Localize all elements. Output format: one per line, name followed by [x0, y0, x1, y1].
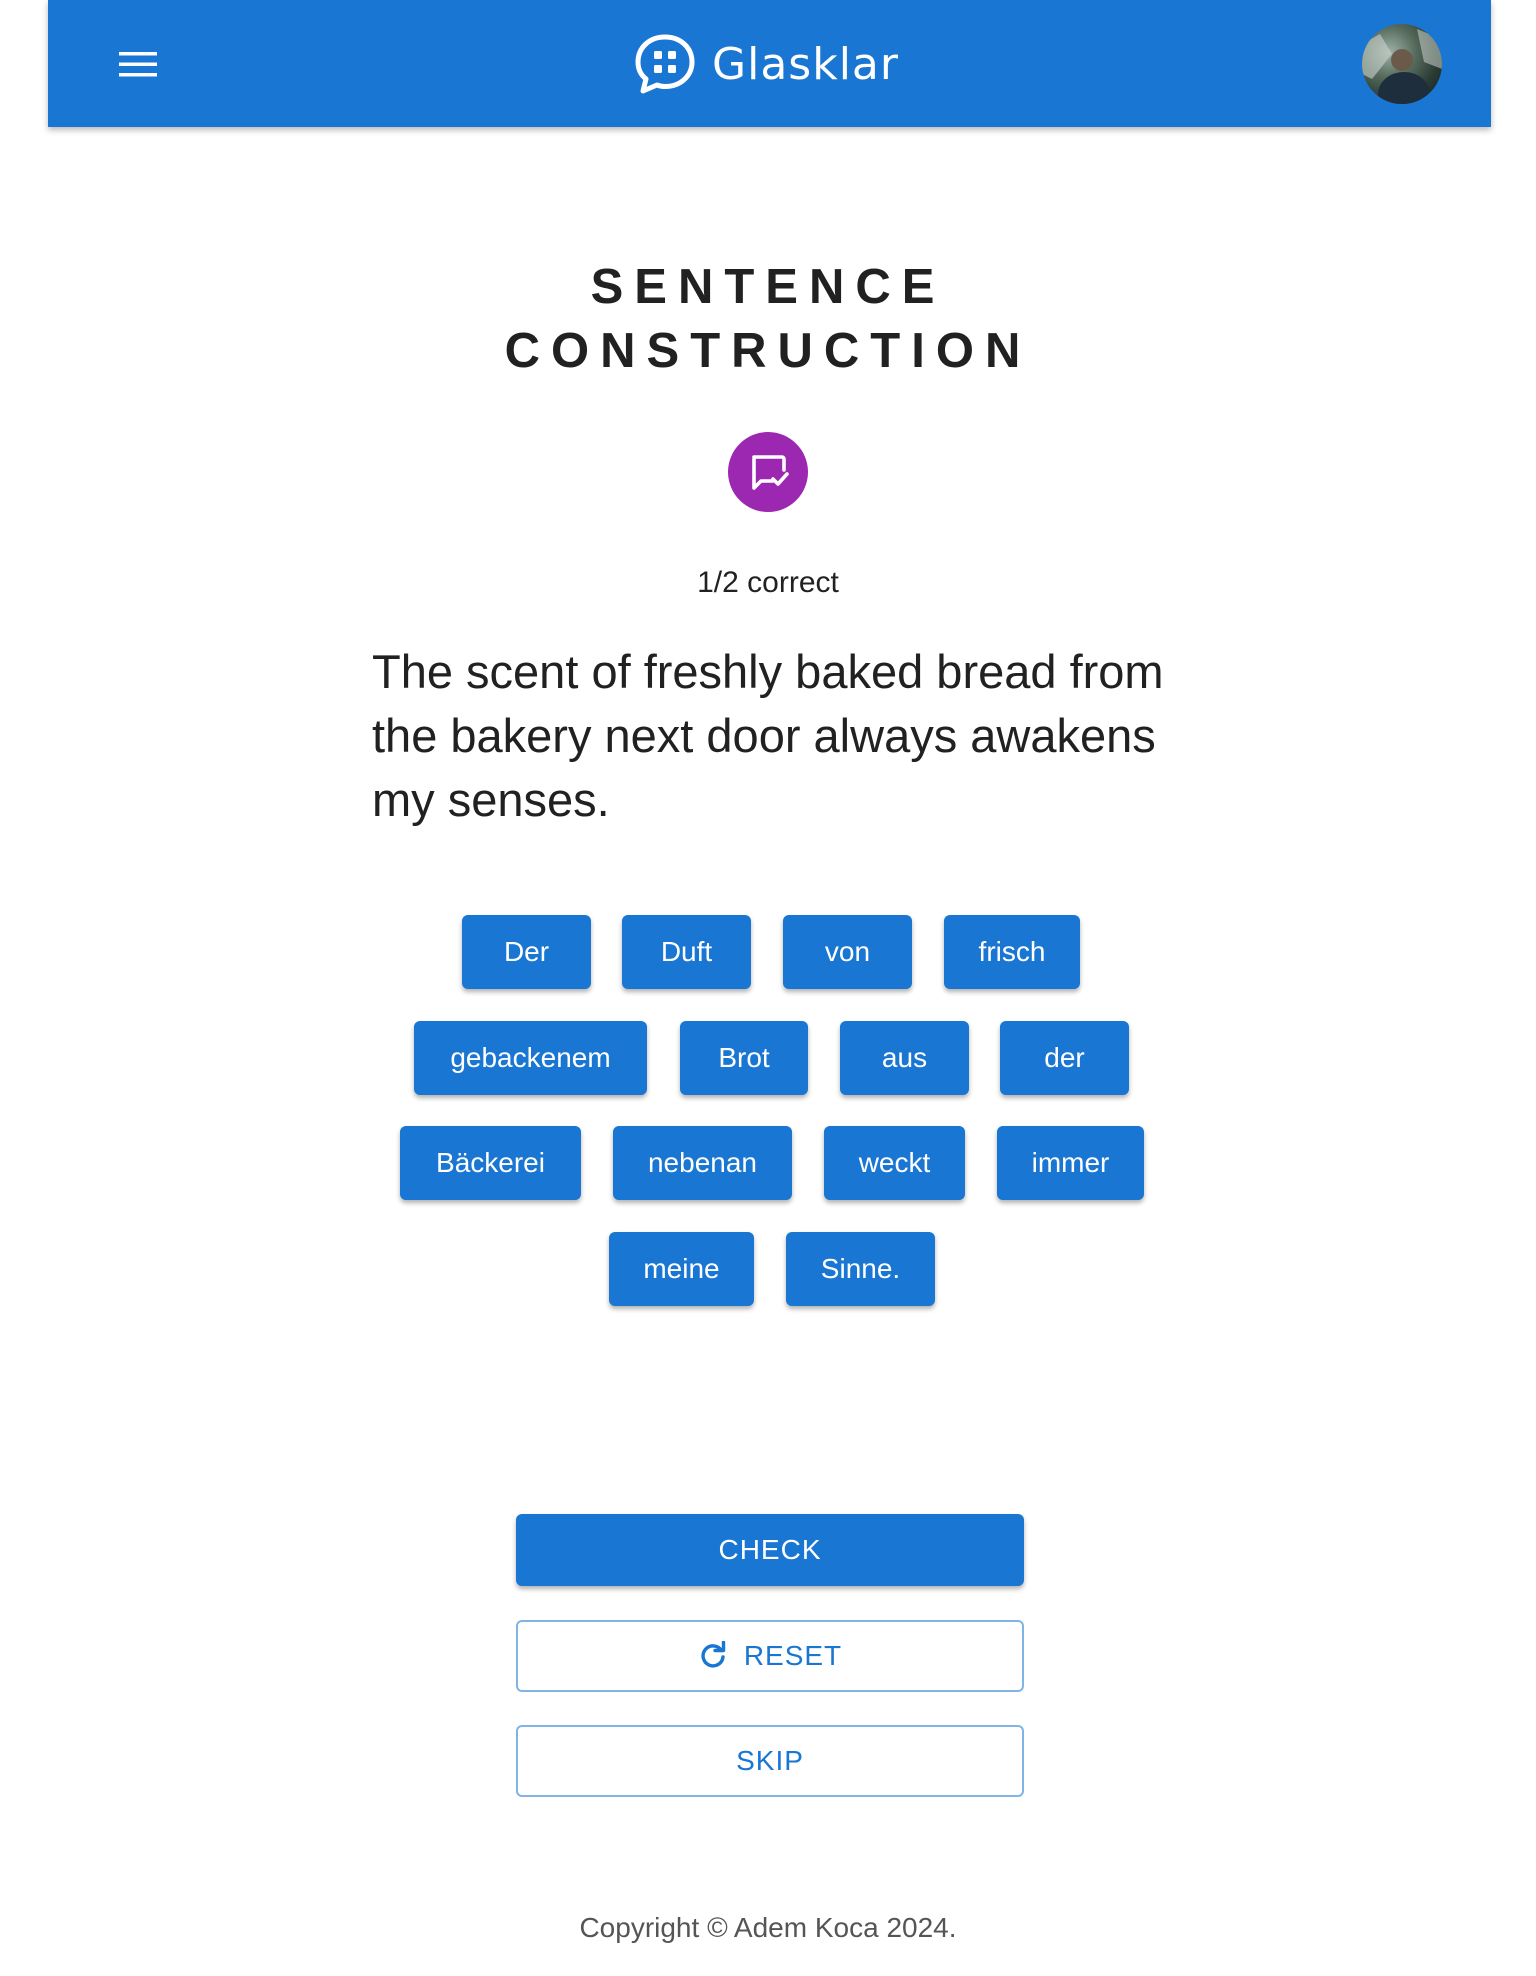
footer-copyright: Copyright © Adem Koca 2024.	[579, 1912, 957, 1943]
menu-button[interactable]	[112, 44, 164, 84]
skip-button[interactable]: SKIP	[516, 1725, 1024, 1797]
brand-logo[interactable]: Glasklar	[632, 28, 899, 100]
skip-label: SKIP	[736, 1745, 804, 1776]
word-chip[interactable]: nebenan	[613, 1126, 792, 1200]
word-chip[interactable]: Bäckerei	[400, 1126, 581, 1200]
word-chip[interactable]: weckt	[824, 1126, 965, 1200]
reset-label: RESET	[743, 1640, 843, 1671]
word-chip[interactable]: frisch	[944, 915, 1080, 989]
avatar-photo	[1362, 29, 1442, 104]
title-line-1: SENTENCE	[590, 260, 946, 314]
check-label: CHECK	[718, 1534, 822, 1565]
exercise-type-badge	[728, 432, 808, 512]
word-chip[interactable]: Der	[462, 915, 591, 989]
page-title: SENTENCE CONSTRUCTION	[468, 255, 1068, 383]
word-chip[interactable]: Duft	[622, 915, 751, 989]
word-chip[interactable]: der	[1000, 1021, 1129, 1095]
word-chip[interactable]: Brot	[680, 1021, 808, 1095]
user-avatar[interactable]	[1362, 24, 1442, 104]
refresh-icon	[701, 1641, 726, 1668]
brand-name: Glasklar	[712, 38, 899, 90]
chat-logo-icon	[635, 34, 695, 94]
word-chip[interactable]: meine	[609, 1232, 754, 1306]
word-chip[interactable]: gebackenem	[414, 1021, 647, 1095]
chat-check-icon	[752, 455, 789, 490]
word-chip[interactable]: von	[783, 915, 912, 989]
title-line-2: CONSTRUCTION	[504, 324, 1032, 378]
word-chip[interactable]: immer	[997, 1126, 1144, 1200]
source-sentence: The scent of freshly baked bread from th…	[372, 645, 1164, 826]
check-button[interactable]: CHECK	[516, 1514, 1024, 1586]
word-chip[interactable]: Sinne.	[786, 1232, 935, 1306]
reset-button[interactable]: RESET	[516, 1620, 1024, 1692]
menu-icon	[119, 52, 157, 77]
score-text: 1/2 correct	[697, 566, 839, 599]
word-chip[interactable]: aus	[840, 1021, 969, 1095]
